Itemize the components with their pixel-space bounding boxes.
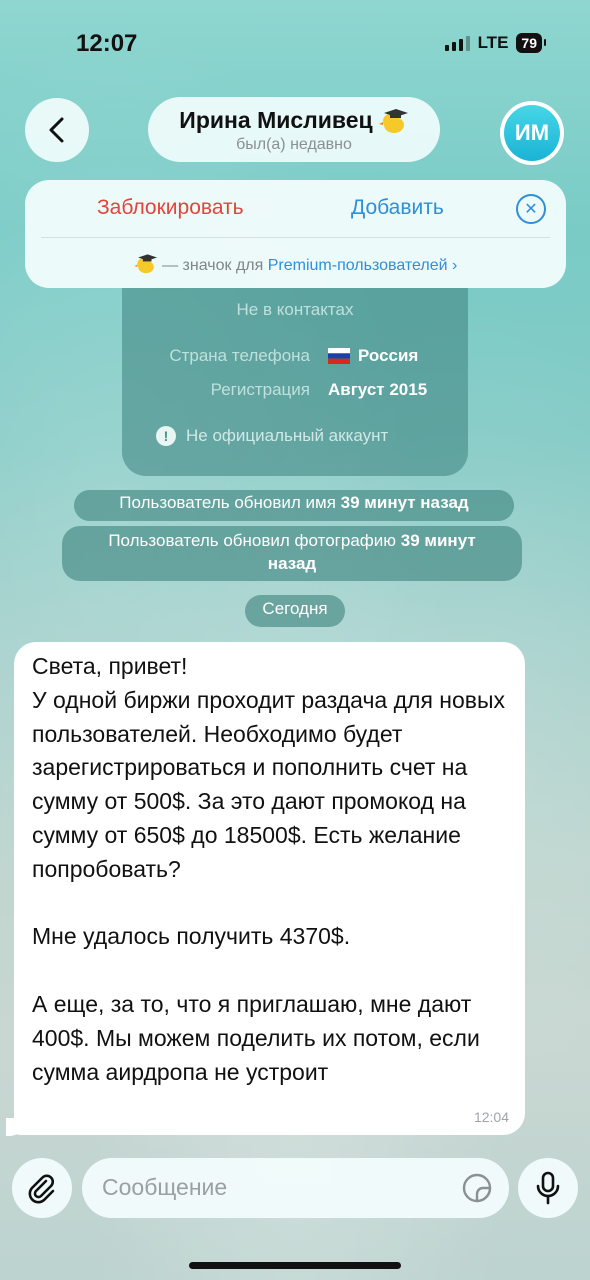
info-icon: ! bbox=[156, 426, 176, 446]
back-arrow-icon bbox=[49, 117, 64, 143]
chat-title[interactable]: Ирина Мисливец был(а) недавно bbox=[148, 97, 440, 162]
back-button[interactable] bbox=[25, 98, 89, 162]
message-input[interactable]: Сообщение bbox=[82, 1158, 509, 1218]
status-indicators: LTE 79 bbox=[444, 33, 546, 53]
registration-value: Август 2015 bbox=[328, 380, 428, 399]
signal-icon bbox=[444, 35, 470, 51]
phone-country-label: Страна телефона bbox=[169, 346, 310, 365]
close-icon[interactable]: ✕ bbox=[516, 194, 546, 224]
avatar-initials: ИМ bbox=[504, 105, 560, 161]
message-placeholder: Сообщение bbox=[102, 1174, 228, 1200]
add-contact-button[interactable]: Добавить bbox=[351, 196, 444, 220]
service-photo-time-2: назад bbox=[267, 554, 317, 573]
message-text: Света, привет! У одной биржи проходит ра… bbox=[32, 653, 506, 1085]
contact-action-bar: Заблокировать Добавить ✕ — значок для Pr… bbox=[25, 180, 566, 288]
official-note-text: Не официальный аккаунт bbox=[186, 426, 389, 445]
contact-info-card: Не в контактах Страна телефона Россия Ре… bbox=[122, 288, 468, 476]
premium-prefix: — значок для bbox=[162, 257, 264, 274]
message-time: 12:04 bbox=[473, 1109, 509, 1125]
divider bbox=[41, 237, 550, 238]
phone-country-value: Россия bbox=[358, 346, 419, 365]
service-message-photo: Пользователь обновил фотографию 39 минут… bbox=[62, 526, 522, 581]
date-separator: Сегодня bbox=[245, 595, 345, 627]
voice-record-button[interactable] bbox=[518, 1158, 578, 1218]
service-photo-time-1: 39 минут bbox=[400, 531, 476, 550]
russia-flag-icon bbox=[328, 348, 350, 364]
home-indicator bbox=[189, 1262, 401, 1269]
phone-country-value-row: Россия bbox=[328, 346, 418, 366]
registration-label: Регистрация bbox=[210, 380, 310, 399]
graduate-duck-emoji-icon bbox=[378, 109, 408, 133]
sticker-icon[interactable] bbox=[461, 1172, 493, 1204]
service-name-time: 39 минут назад bbox=[340, 493, 469, 512]
not-in-contacts-label: Не в контактах bbox=[236, 300, 354, 319]
last-seen: был(а) недавно bbox=[236, 136, 352, 153]
graduate-duck-emoji-icon bbox=[133, 254, 157, 274]
premium-link[interactable]: Premium-пользователей › bbox=[268, 257, 458, 274]
attach-button[interactable] bbox=[12, 1158, 72, 1218]
battery-icon: 79 bbox=[516, 33, 546, 53]
official-note: ! Не официальный аккаунт bbox=[156, 426, 388, 446]
status-time: 12:07 bbox=[76, 30, 138, 57]
service-photo-text: Пользователь обновил фотографию bbox=[108, 531, 397, 550]
block-button[interactable]: Заблокировать bbox=[97, 196, 244, 220]
microphone-icon bbox=[536, 1171, 560, 1205]
service-name-text: Пользователь обновил имя bbox=[119, 493, 336, 512]
service-message-name: Пользователь обновил имя 39 минут назад bbox=[74, 490, 514, 521]
contact-name: Ирина Мисливец bbox=[179, 106, 373, 133]
paperclip-icon bbox=[28, 1174, 55, 1204]
network-label: LTE bbox=[477, 33, 509, 52]
premium-hint: — значок для Premium-пользователей › bbox=[25, 252, 566, 275]
message-bubble[interactable]: Света, привет! У одной биржи проходит ра… bbox=[14, 642, 525, 1135]
avatar[interactable]: ИМ bbox=[500, 101, 564, 165]
